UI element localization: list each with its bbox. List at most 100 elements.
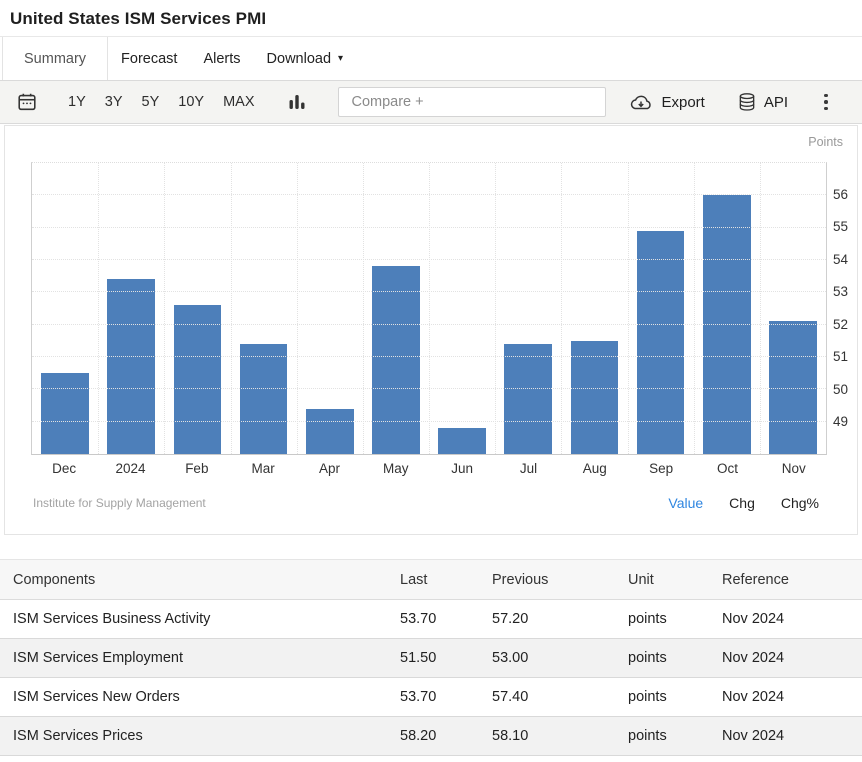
table-row[interactable]: ISM Services New Orders53.7057.40pointsN… — [0, 678, 862, 717]
col-unit: Unit — [615, 560, 709, 600]
bar-band — [164, 163, 230, 454]
y-tick-label: 56 — [833, 186, 848, 204]
y-tick-label: 50 — [833, 381, 848, 399]
chg-link[interactable]: Chg — [729, 495, 755, 511]
reference: Nov 2024 — [709, 717, 862, 756]
last-value: 51.50 — [387, 639, 479, 678]
x-tick-label: Nov — [761, 461, 827, 476]
gridline-v — [297, 163, 298, 454]
y-tick-label: 52 — [833, 316, 848, 334]
column-chart-icon[interactable] — [288, 92, 306, 112]
tab-download-label: Download — [267, 51, 332, 67]
compare-input[interactable] — [338, 87, 606, 117]
unit: points — [615, 717, 709, 756]
gridline-v — [98, 163, 99, 454]
x-tick-label: 2024 — [97, 461, 163, 476]
y-tick-label: 55 — [833, 218, 848, 236]
bar-Mar[interactable] — [240, 344, 288, 454]
chart-toolbar: 1Y 3Y 5Y 10Y MAX Export — [0, 80, 862, 124]
last-value: 58.20 — [387, 717, 479, 756]
range-10y-button[interactable]: 10Y — [178, 94, 204, 110]
chart-footer: Institute for Supply Management Value Ch… — [33, 495, 819, 511]
range-max-button[interactable]: MAX — [223, 94, 254, 110]
x-tick-label: Feb — [164, 461, 230, 476]
gridline-v — [495, 163, 496, 454]
x-tick-label: Aug — [562, 461, 628, 476]
axis-unit-label: Points — [808, 135, 843, 149]
chart-footer-links: Value Chg Chg% — [668, 495, 819, 511]
tab-alerts[interactable]: Alerts — [190, 37, 253, 80]
x-tick-label: Apr — [296, 461, 362, 476]
bar-Dec[interactable] — [41, 373, 89, 454]
range-3y-button[interactable]: 3Y — [105, 94, 123, 110]
y-tick-label: 54 — [833, 251, 848, 269]
col-reference: Reference — [709, 560, 862, 600]
previous-value: 53.00 — [479, 639, 615, 678]
bar-band — [694, 163, 760, 454]
bar-2024[interactable] — [107, 279, 155, 454]
previous-value: 57.40 — [479, 678, 615, 717]
chart-panel: Points 4950515253545556 Dec2024FebMarApr… — [4, 125, 858, 535]
tab-forecast-label: Forecast — [121, 51, 177, 67]
range-1y-button[interactable]: 1Y — [68, 94, 86, 110]
gridline-v — [164, 163, 165, 454]
bar-May[interactable] — [372, 266, 420, 454]
x-tick-label: Dec — [31, 461, 97, 476]
bar-Aug[interactable] — [571, 341, 619, 454]
bar-band — [363, 163, 429, 454]
unit: points — [615, 600, 709, 639]
y-axis-labels: 4950515253545556 — [833, 162, 862, 455]
export-button[interactable]: Export — [628, 92, 704, 112]
page-title: United States ISM Services PMI — [10, 9, 852, 29]
unit: points — [615, 639, 709, 678]
component-name[interactable]: ISM Services New Orders — [0, 678, 387, 717]
api-label: API — [764, 94, 788, 111]
bar-Apr[interactable] — [306, 409, 354, 454]
previous-value: 58.10 — [479, 717, 615, 756]
export-label: Export — [661, 94, 704, 111]
gridline-v — [363, 163, 364, 454]
more-options-icon[interactable] — [824, 94, 828, 111]
tab-summary-label: Summary — [24, 51, 86, 67]
chevron-down-icon: ▾ — [338, 53, 343, 64]
tab-summary[interactable]: Summary — [2, 37, 108, 80]
bar-Feb[interactable] — [174, 305, 222, 454]
bar-band — [98, 163, 164, 454]
database-icon — [737, 91, 757, 113]
range-5y-button[interactable]: 5Y — [142, 94, 160, 110]
component-name[interactable]: ISM Services Business Activity — [0, 600, 387, 639]
gridline-v — [231, 163, 232, 454]
y-tick-label: 53 — [833, 283, 848, 301]
gridline-v — [628, 163, 629, 454]
x-tick-label: Oct — [694, 461, 760, 476]
previous-value: 57.20 — [479, 600, 615, 639]
y-tick-label: 49 — [833, 413, 848, 431]
gridline-v — [429, 163, 430, 454]
x-tick-label: Sep — [628, 461, 694, 476]
value-link[interactable]: Value — [668, 495, 703, 511]
table-row[interactable]: ISM Services Employment51.5053.00pointsN… — [0, 639, 862, 678]
tab-download[interactable]: Download ▾ — [254, 37, 357, 80]
col-components: Components — [0, 560, 387, 600]
bar-Jun[interactable] — [438, 428, 486, 454]
bar-band — [561, 163, 627, 454]
unit: points — [615, 678, 709, 717]
bar-band — [495, 163, 561, 454]
bar-band — [231, 163, 297, 454]
reference: Nov 2024 — [709, 600, 862, 639]
bar-Oct[interactable] — [703, 195, 751, 454]
api-button[interactable]: API — [737, 91, 788, 113]
x-tick-label: Mar — [230, 461, 296, 476]
table-row[interactable]: ISM Services Prices58.2058.10pointsNov 2… — [0, 717, 862, 756]
bar-Jul[interactable] — [504, 344, 552, 454]
component-name[interactable]: ISM Services Prices — [0, 717, 387, 756]
table-row[interactable]: ISM Services Business Activity53.7057.20… — [0, 600, 862, 639]
bar-band — [32, 163, 98, 454]
tab-alerts-label: Alerts — [203, 51, 240, 67]
tab-forecast[interactable]: Forecast — [108, 37, 190, 80]
chg-pct-link[interactable]: Chg% — [781, 495, 819, 511]
calendar-icon[interactable] — [16, 91, 38, 113]
gridline-v — [694, 163, 695, 454]
components-table: Components Last Previous Unit Reference … — [0, 559, 862, 756]
component-name[interactable]: ISM Services Employment — [0, 639, 387, 678]
